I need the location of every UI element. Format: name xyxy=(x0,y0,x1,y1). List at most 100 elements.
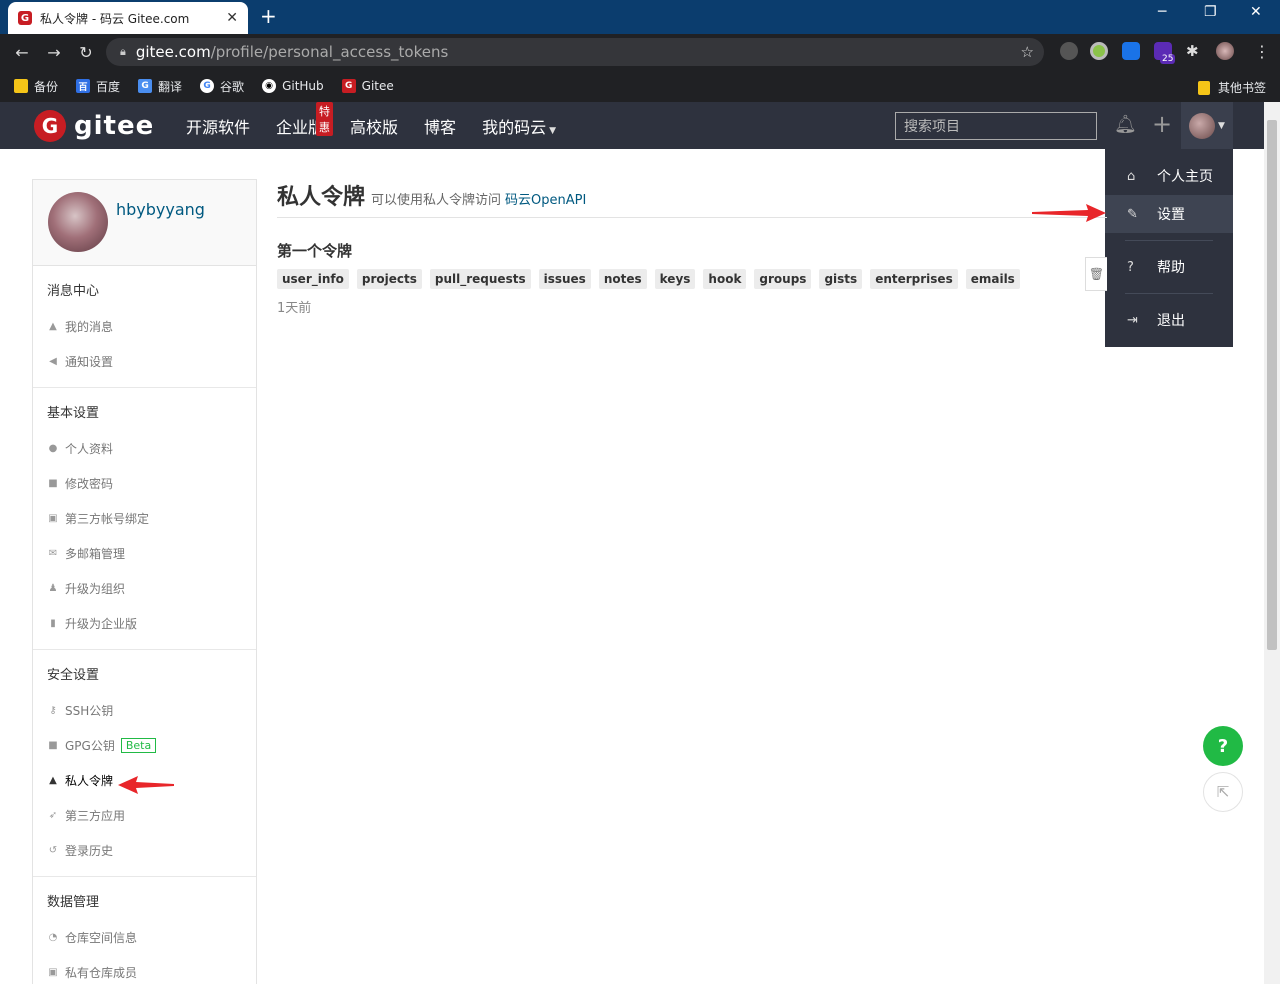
feedback-button[interactable]: ⇱ xyxy=(1203,772,1243,812)
translate-icon: G xyxy=(138,79,153,93)
gitee-logo[interactable]: G gitee xyxy=(34,110,154,142)
nav-my-gitee[interactable]: 我的码云 ▼ xyxy=(482,114,556,138)
sidebar-item-password[interactable]: ■ 修改密码 xyxy=(33,466,256,501)
avatar[interactable] xyxy=(48,192,108,252)
extension-icon[interactable] xyxy=(1060,42,1078,60)
reload-icon[interactable]: ↻ xyxy=(70,43,102,62)
chevron-down-icon: ▼ xyxy=(549,125,556,136)
create-plus-icon[interactable]: + xyxy=(1152,110,1172,138)
scope-label: issues xyxy=(538,269,591,289)
new-tab-button[interactable]: + xyxy=(260,4,277,28)
page-scrollbar[interactable] xyxy=(1264,102,1280,984)
page-description: 可以使用私人令牌访问 xyxy=(371,193,502,208)
forward-icon[interactable]: → xyxy=(38,43,70,62)
scope-label: pull_requests xyxy=(429,269,531,289)
scope-label: keys xyxy=(654,269,696,289)
other-bookmarks[interactable]: 其他书签 xyxy=(1197,79,1266,96)
user-icon: ● xyxy=(48,443,58,454)
menu-kebab-icon[interactable]: ⋮ xyxy=(1254,42,1270,61)
nav-university[interactable]: 高校版 xyxy=(350,114,398,138)
sidebar-item-third-party-apps[interactable]: ➶ 第三方应用 xyxy=(33,798,256,833)
extensions-puzzle-icon[interactable]: ✱ xyxy=(1186,42,1199,60)
main-nav: 开源软件 企业版 特惠 高校版 博客 我的码云 ▼ xyxy=(186,101,582,149)
settings-sidebar: hbybyyang 消息中心 ▲ 我的消息 ◀ 通知设置 基本设置 ● 个人资料 ■ 修… xyxy=(32,179,257,984)
openapi-link[interactable]: 码云OpenAPI xyxy=(505,189,586,208)
sidebar-item-third-party-binding[interactable]: ▣ 第三方帐号绑定 xyxy=(33,501,256,536)
bookmark-item[interactable]: G 翻译 xyxy=(138,78,182,95)
sidebar-item-private-members[interactable]: ▣ 私有仓库成员 xyxy=(33,955,256,984)
scope-label: emails xyxy=(965,269,1020,289)
nav-blog[interactable]: 博客 xyxy=(424,114,456,138)
address-bar: ← → ↻ 🔒︎ gitee.com/profile/personal_acce… xyxy=(0,34,1280,70)
scope-label: hook xyxy=(703,269,747,289)
bookmarks-bar: 备份 百百度 G 翻译 G 谷歌 ◉ GitHub G Gitee 其他书签 xyxy=(0,70,1280,102)
section-basic: 基本设置 ● 个人资料 ■ 修改密码 ▣ 第三方帐号绑定 ✉ 多邮箱管理 ♟ 升级为组织 … xyxy=(33,388,256,650)
profile-avatar[interactable] xyxy=(1216,42,1234,60)
section-title: 消息中心 xyxy=(47,284,100,299)
sidebar-item-upgrade-enterprise[interactable]: ▮ 升级为企业版 xyxy=(33,606,256,641)
restore-icon[interactable]: ❐ xyxy=(1204,4,1217,20)
menu-item-settings[interactable]: ✎ 设置 xyxy=(1105,195,1233,233)
token-created-time: 1天前 xyxy=(277,301,312,316)
github-icon: ◉ xyxy=(262,79,277,93)
scrollbar-thumb[interactable] xyxy=(1267,120,1277,650)
scope-label: gists xyxy=(819,269,863,289)
lock-icon: ■ xyxy=(48,740,58,751)
sidebar-item-profile[interactable]: ● 个人资料 xyxy=(33,431,256,466)
sidebar-item-gpg-keys[interactable]: ■ GPG公钥 Beta xyxy=(33,728,256,763)
bookmark-item[interactable]: G 谷歌 xyxy=(200,78,244,95)
token-name: 第一个令牌 xyxy=(277,242,353,260)
section-title: 安全设置 xyxy=(47,668,100,683)
bookmark-label: 谷歌 xyxy=(220,79,245,94)
minimize-icon[interactable]: ─ xyxy=(1158,4,1166,20)
user-dropdown-menu: ⌂ 个人主页 ✎ 设置 ? 帮助 ⇥ 退出 xyxy=(1105,149,1233,347)
menu-item-homepage[interactable]: ⌂ 个人主页 xyxy=(1105,157,1233,195)
sidebar-item-upgrade-org[interactable]: ♟ 升级为组织 xyxy=(33,571,256,606)
bell-icon[interactable]: 🔔︎ xyxy=(1114,114,1137,135)
promo-badge: 特惠 xyxy=(316,101,334,136)
window-close-icon[interactable]: ✕ xyxy=(1250,4,1262,20)
external-edit-icon: ⇱ xyxy=(1216,783,1230,801)
section-title: 数据管理 xyxy=(47,895,100,910)
browser-tab[interactable]: G 私人令牌 - 码云 Gitee.com ✕ xyxy=(8,2,248,34)
google-icon: G xyxy=(200,79,215,93)
id-card-icon: ▣ xyxy=(48,513,58,524)
search-input[interactable] xyxy=(895,112,1097,140)
nav-open-source[interactable]: 开源软件 xyxy=(186,114,250,138)
nav-enterprise[interactable]: 企业版 特惠 xyxy=(276,101,334,138)
delete-token-button[interactable]: 🗑︎ xyxy=(1085,257,1107,291)
profile-card: hbybyyang xyxy=(33,180,256,266)
bookmark-item[interactable]: 备份 xyxy=(14,78,58,95)
sidebar-item-repo-space[interactable]: ◔ 仓库空间信息 xyxy=(33,920,256,955)
bookmark-label: 百度 xyxy=(96,79,121,94)
bookmark-item[interactable]: 百百度 xyxy=(76,78,120,95)
sidebar-item-my-messages[interactable]: ▲ 我的消息 xyxy=(33,309,256,344)
sidebar-item-ssh-keys[interactable]: ⚷ SSH公钥 xyxy=(33,693,256,728)
scope-label: projects xyxy=(356,269,422,289)
url-path: /profile/personal_access_tokens xyxy=(210,43,449,61)
bookmark-star-icon[interactable]: ☆ xyxy=(1021,43,1034,61)
browser-tab-strip: G 私人令牌 - 码云 Gitee.com ✕ + ─ ❐ ✕ xyxy=(0,0,1280,34)
main-content: 私人令牌 可以使用私人令牌访问 码云OpenAPI 第一个令牌 user_inf… xyxy=(277,179,1107,316)
help-button[interactable]: ? xyxy=(1203,726,1243,766)
gitee-logo-icon: G xyxy=(34,110,66,142)
username[interactable]: hbybyyang xyxy=(116,200,205,219)
menu-item-logout[interactable]: ⇥ 退出 xyxy=(1105,301,1233,339)
extension-icon[interactable] xyxy=(1122,42,1140,60)
user-menu-button[interactable]: ▼ xyxy=(1181,102,1233,149)
url-input[interactable]: 🔒︎ gitee.com/profile/personal_access_tok… xyxy=(106,38,1044,66)
sidebar-item-notification-settings[interactable]: ◀ 通知设置 xyxy=(33,344,256,379)
divider xyxy=(1125,240,1213,241)
extension-icon[interactable] xyxy=(1090,42,1108,60)
scope-label: groups xyxy=(754,269,812,289)
annotation-arrow-tokens xyxy=(118,776,174,794)
sidebar-item-emails[interactable]: ✉ 多邮箱管理 xyxy=(33,536,256,571)
back-icon[interactable]: ← xyxy=(6,43,38,62)
menu-item-help[interactable]: ? 帮助 xyxy=(1105,248,1233,286)
section-messages: 消息中心 ▲ 我的消息 ◀ 通知设置 xyxy=(33,266,256,388)
bookmark-item[interactable]: G Gitee xyxy=(341,79,394,93)
tab-close-icon[interactable]: ✕ xyxy=(226,10,238,26)
bookmark-item[interactable]: ◉ GitHub xyxy=(262,79,324,93)
bookmark-label: Gitee xyxy=(361,79,394,93)
sidebar-item-login-history[interactable]: ↺ 登录历史 xyxy=(33,833,256,868)
